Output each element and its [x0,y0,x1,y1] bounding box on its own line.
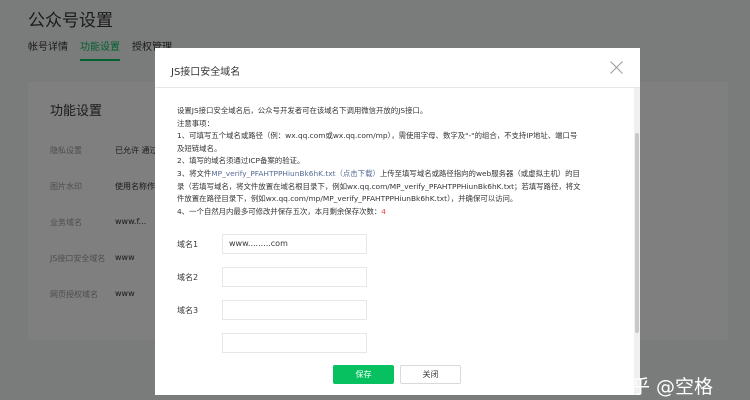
domain-4-input[interactable] [222,333,367,353]
js-domain-dialog: JS接口安全域名 设置JS接口安全域名后，公众号开发者可在该域名下调用微信开放的… [155,48,640,395]
notice-item-1b: 及短链域名。 [177,143,222,153]
domain-3-input[interactable] [222,300,367,320]
dialog-footer: 保存 关闭 [155,355,634,395]
notice-item-3: 3、将文件MP_verify_PFAHTPPHiunBk6hK.txt（点击下载… [177,168,617,181]
notice-item-3-prefix: 3、将文件 [177,168,212,178]
download-link[interactable]: （点击下载） [336,169,380,178]
close-button[interactable]: 关闭 [400,365,461,384]
watermark-text: 知乎 @空格 [612,376,714,398]
dialog-title: JS接口安全域名 [171,67,241,78]
scrollbar-thumb[interactable] [635,133,639,333]
notice-heading: 注意事项： [177,118,214,128]
domain-1-label: 域名1 [177,240,199,249]
notice-intro: 设置JS接口安全域名后，公众号开发者可在该域名下调用微信开放的JS接口。 [177,106,428,115]
notice-item-2: 2、填写的域名须通过ICP备案的验证。 [177,156,305,166]
remaining-count: 4 [381,206,386,216]
notice-item-4: 4、一个自然月内最多可修改并保存五次，本月剩余保存次数：4 [177,206,617,219]
notice-item-3c: 件放置在路径目录下，例如wx.qq.com/mp/MP_verify_PFAHT… [177,194,518,204]
notice-item-3-rest: 上传至填写域名或路径指向的web服务器（或虚拟主机）的目 [379,168,580,178]
save-button[interactable]: 保存 [333,365,394,384]
notice-text: 设置JS接口安全域名后，公众号开发者可在该域名下调用微信开放的JS接口。 注意事… [177,105,617,218]
dialog-header: JS接口安全域名 [155,48,640,88]
notice-item-3b: 录（若填写域名，将文件放置在域名根目录下，例如wx.qq.com/MP_veri… [177,181,581,191]
verify-file-link[interactable]: MP_verify_PFAHTPPHiunBk6hK.txt [211,169,335,178]
notice-item-4-text: 4、一个自然月内最多可修改并保存五次，本月剩余保存次数： [177,206,382,216]
dialog-scrollbar[interactable] [634,88,640,395]
close-icon[interactable] [610,60,624,74]
domain-1-input[interactable]: www.........com [222,234,367,254]
domain-2-label: 域名2 [177,273,199,282]
notice-item-1a: 1、可填写五个域名或路径（例：wx.qq.com或wx.qq.com/mp），需… [177,131,578,141]
domain-3-label: 域名3 [177,306,199,315]
domain-2-input[interactable] [222,267,367,287]
